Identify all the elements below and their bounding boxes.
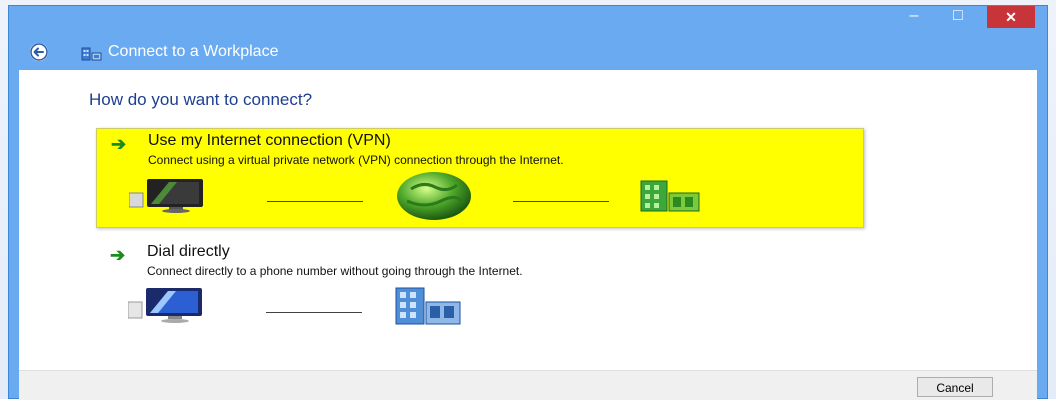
- option-vpn[interactable]: ➔ Use my Internet connection (VPN) Conne…: [96, 128, 864, 228]
- computer-icon: [128, 288, 202, 323]
- option-vpn-description: Connect using a virtual private network …: [148, 153, 564, 167]
- connection-line: [267, 201, 363, 202]
- workplace-building-icon: [640, 180, 700, 212]
- back-button[interactable]: [30, 43, 48, 61]
- workplace-building-icon: [395, 287, 461, 325]
- wizard-window: – □ ✕ Connect to a Workplace How do you …: [8, 5, 1048, 400]
- wizard-content: How do you want to connect? ➔ Use my Int…: [19, 70, 1037, 370]
- option-dial-title: Dial directly: [147, 243, 230, 260]
- option-vpn-title: Use my Internet connection (VPN): [148, 132, 391, 149]
- connection-line: [266, 312, 362, 313]
- wizard-footer: Cancel: [19, 370, 1037, 400]
- green-arrow-icon: ➔: [111, 134, 127, 154]
- close-button[interactable]: ✕: [987, 6, 1035, 28]
- wizard-nav-row: Connect to a Workplace: [9, 38, 1047, 68]
- minimize-button[interactable]: –: [899, 6, 929, 28]
- computer-icon: [129, 179, 203, 213]
- window-title: Connect to a Workplace: [108, 43, 279, 60]
- back-arrow-icon: [30, 43, 48, 61]
- option-dial-description: Connect directly to a phone number witho…: [147, 264, 523, 278]
- page-heading: How do you want to connect?: [89, 90, 313, 109]
- option-dial-directly[interactable]: ➔ Dial directly Connect directly to a ph…: [96, 240, 864, 335]
- maximize-button[interactable]: □: [943, 6, 973, 28]
- connection-line: [513, 201, 609, 202]
- green-arrow-icon: ➔: [110, 245, 126, 265]
- workplace-network-icon: [81, 47, 102, 61]
- globe-icon: [397, 172, 471, 220]
- cancel-button[interactable]: Cancel: [917, 377, 993, 397]
- title-bar[interactable]: – □ ✕: [9, 6, 1047, 38]
